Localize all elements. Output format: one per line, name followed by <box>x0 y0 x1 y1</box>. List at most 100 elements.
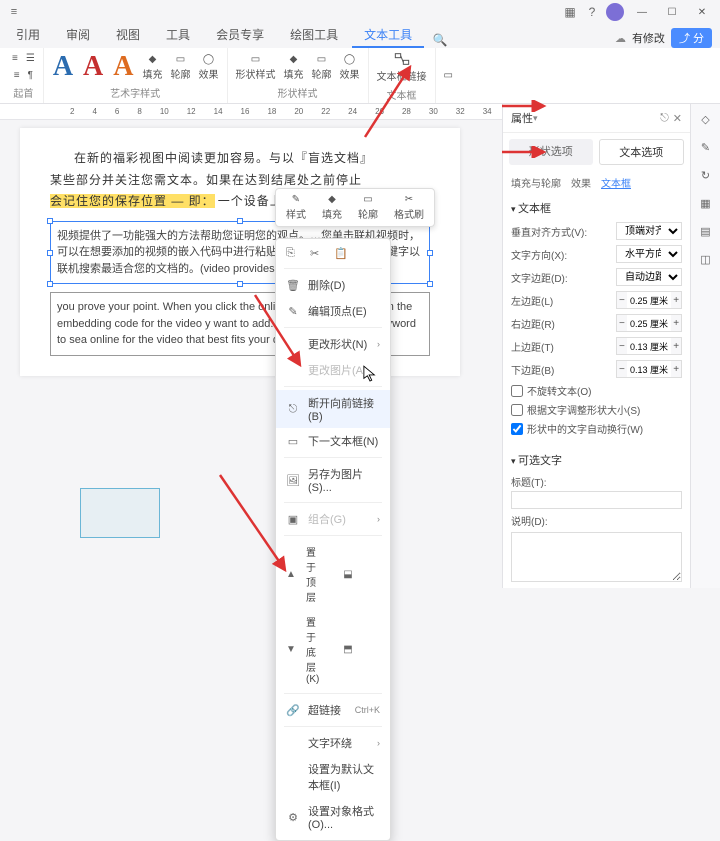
sub-fill-outline[interactable]: 填充与轮廓 <box>511 175 561 190</box>
top-margin-spinner[interactable]: −+ <box>616 337 682 355</box>
cm-align-left[interactable]: ⬓ <box>333 539 390 609</box>
sub-textbox[interactable]: 文本框 <box>601 175 631 190</box>
sidebar-style-icon[interactable]: ✎ <box>697 138 715 156</box>
format-icon: ⚙ <box>286 810 300 824</box>
tab-view[interactable]: 视图 <box>104 23 152 48</box>
titlebar: ≡ ▦ ? — ☐ ✕ <box>0 0 720 24</box>
section-textbox-title[interactable]: 文本框 <box>511 200 682 216</box>
wordart-style-2[interactable]: A <box>80 51 106 83</box>
cm-format-object[interactable]: ⚙设置对象格式(O)... <box>276 798 390 836</box>
sidebar-tag-icon[interactable]: ◫ <box>697 250 715 268</box>
mini-brush-button[interactable]: ✂格式刷 <box>388 193 430 222</box>
valign-select[interactable]: 顶端对齐 <box>616 222 682 240</box>
list-icon[interactable]: ☰ <box>24 51 37 66</box>
align-left-icon[interactable]: ≡ <box>10 51 20 66</box>
dir-select[interactable]: 水平方向 <box>616 245 682 263</box>
share-button[interactable]: ⤴ 分 <box>671 28 712 48</box>
close-panel-icon[interactable]: ✕ <box>673 112 682 125</box>
resize-handle[interactable] <box>47 218 53 224</box>
resize-handle[interactable] <box>47 281 53 287</box>
chk-resize-shape[interactable] <box>511 404 523 416</box>
properties-panel: 属性▾ ⎋ ✕ 形状选项 文本选项 填充与轮廓 效果 文本框 文本框 垂直对齐方… <box>502 104 690 588</box>
tab-member[interactable]: 会员专享 <box>204 23 276 48</box>
fill-dropdown[interactable]: ◆填充 <box>141 52 165 83</box>
outline-dropdown[interactable]: ▭轮廓 <box>169 52 193 83</box>
section-alttext-title[interactable]: 可选文字 <box>511 452 682 468</box>
left-margin-spinner[interactable]: −+ <box>616 291 682 309</box>
prop-tab-text[interactable]: 文本选项 <box>599 139 685 165</box>
wordart-style-3[interactable]: A <box>110 51 136 83</box>
resize-handle[interactable] <box>427 250 433 256</box>
chk-no-rotate[interactable] <box>511 385 523 397</box>
cm-send-bottom[interactable]: ▼置于底层(K) <box>276 609 333 690</box>
rtl-icon[interactable]: ¶ <box>26 68 35 83</box>
menu-icon[interactable]: ≡ <box>6 4 22 20</box>
tab-review[interactable]: 审阅 <box>54 23 102 48</box>
alt-desc-label: 说明(D): <box>511 513 682 528</box>
cm-break-link[interactable]: ⎋断开向前链接(B) <box>276 390 390 428</box>
close-button[interactable]: ✕ <box>690 3 714 21</box>
tab-tools[interactable]: 工具 <box>154 23 202 48</box>
tab-reference[interactable]: 引用 <box>4 23 52 48</box>
sidebar-doc-icon[interactable]: ▤ <box>697 222 715 240</box>
sidebar-arrow-icon[interactable]: ↻ <box>697 166 715 184</box>
doc-line-3-highlight[interactable]: 会记住您的保存位置 — 即： <box>50 194 215 208</box>
margin-label: 文字边距(D): <box>511 270 612 285</box>
right-margin-label: 右边距(R) <box>511 316 612 331</box>
avatar[interactable] <box>606 3 624 21</box>
maximize-button[interactable]: ☐ <box>660 3 684 21</box>
search-icon[interactable]: 🔍 <box>432 32 448 48</box>
resize-handle[interactable] <box>427 281 433 287</box>
grid-icon[interactable]: ▦ <box>562 4 578 20</box>
margin-select[interactable]: 自动边距 <box>616 268 682 286</box>
right-margin-spinner[interactable]: −+ <box>616 314 682 332</box>
sidebar-grid-icon[interactable]: ▦ <box>697 194 715 212</box>
mini-toolbar: ✎样式 ◆填充 ▭轮廓 ✂格式刷 <box>275 188 435 227</box>
tab-draw-tools[interactable]: 绘图工具 <box>278 23 350 48</box>
resize-handle[interactable] <box>237 281 243 287</box>
shape-effect-dropdown[interactable]: ◯效果 <box>338 52 362 83</box>
cm-hyperlink[interactable]: 🔗超链接Ctrl+K <box>276 697 390 723</box>
minimize-button[interactable]: — <box>630 3 654 21</box>
cut-icon[interactable]: ✂ <box>310 247 324 261</box>
horizontal-ruler: 24681012141618202224262830323436 <box>0 104 502 120</box>
shape-style-dropdown[interactable]: ▭形状样式 <box>234 52 278 83</box>
paste-icon[interactable]: 📋 <box>334 247 348 261</box>
sub-effect[interactable]: 效果 <box>571 175 591 190</box>
cm-text-wrap[interactable]: 文字环绕› <box>276 730 390 756</box>
chk-wrap-text[interactable] <box>511 423 523 435</box>
left-margin-label: 左边距(L) <box>511 293 612 308</box>
alt-title-label: 标题(T): <box>511 474 682 489</box>
right-sidebar: ◇ ✎ ↻ ▦ ▤ ◫ <box>690 104 720 588</box>
shape-outline-dropdown[interactable]: ▭轮廓 <box>310 52 334 83</box>
pin-icon[interactable]: ⎋ <box>660 112 669 125</box>
document-page[interactable]: 在新的福彩视图中阅读更加容易。与以『盲选文档』 某些部分并关注您需文本。如果在达… <box>20 128 460 376</box>
shape-fill-dropdown[interactable]: ◆填充 <box>282 52 306 83</box>
align-right-icon[interactable]: ≡ <box>12 68 22 83</box>
doc-line-1[interactable]: 在新的福彩视图中阅读更加容易。与以『盲选文档』 <box>50 148 430 170</box>
alt-desc-textarea[interactable] <box>511 532 682 582</box>
cm-align-right[interactable]: ⬒ <box>333 609 390 690</box>
alt-title-input[interactable] <box>511 491 682 509</box>
wordart-style-1[interactable]: A <box>50 51 76 83</box>
resize-handle[interactable] <box>47 250 53 256</box>
cm-default-textbox[interactable]: 设置为默认文本框(I) <box>276 756 390 798</box>
effect-dropdown[interactable]: ◯效果 <box>197 52 221 83</box>
cursor-icon <box>363 365 377 383</box>
ribbon-group-shape: 形状样式 <box>278 85 318 100</box>
insert-shape-button[interactable]: ▭ <box>442 68 455 83</box>
help-icon[interactable]: ? <box>584 4 600 20</box>
mini-fill-button[interactable]: ◆填充 <box>316 193 348 222</box>
sidebar-diamond-icon[interactable]: ◇ <box>697 110 715 128</box>
copy-icon[interactable]: ⎘ <box>286 247 300 261</box>
annotation-arrow <box>215 470 295 580</box>
cm-next-textbox[interactable]: ▭下一文本框(N) <box>276 428 390 454</box>
mini-outline-button[interactable]: ▭轮廓 <box>352 193 384 222</box>
resize-handle[interactable] <box>237 218 243 224</box>
annotation-arrow <box>250 290 310 380</box>
tab-text-tools[interactable]: 文本工具 <box>352 23 424 48</box>
mini-style-button[interactable]: ✎样式 <box>280 193 312 222</box>
bottom-margin-spinner[interactable]: −+ <box>616 360 682 378</box>
properties-title: 属性 <box>511 110 533 126</box>
floating-shape[interactable] <box>80 488 160 538</box>
